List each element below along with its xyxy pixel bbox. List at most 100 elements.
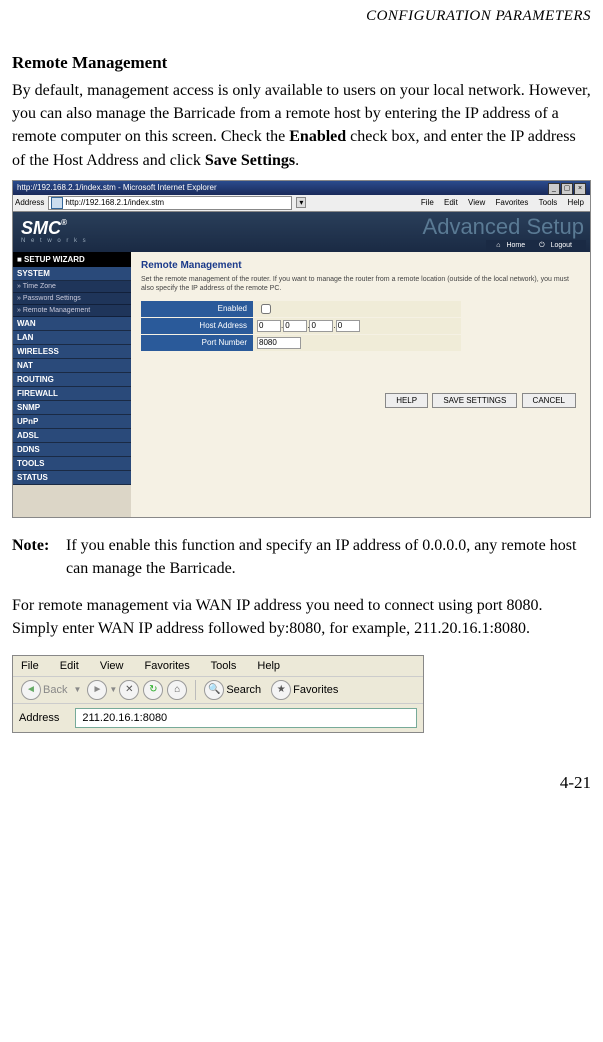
back-dropdown-icon[interactable]: ▼ — [73, 685, 81, 694]
host-address-field: . . . — [253, 318, 461, 334]
window-title: http://192.168.2.1/index.stm - Microsoft… — [17, 181, 217, 195]
menu-edit[interactable]: Edit — [60, 660, 79, 672]
sidebar-item-tools[interactable]: TOOLS — [13, 457, 131, 471]
ip-octet-2[interactable] — [283, 320, 307, 332]
menu-help[interactable]: Help — [568, 198, 584, 207]
home-icon[interactable]: ⌂ — [167, 680, 187, 700]
search-icon[interactable]: 🔍 — [204, 680, 224, 700]
menu-edit[interactable]: Edit — [444, 198, 458, 207]
favorites-icon[interactable]: ★ — [271, 680, 291, 700]
port-input[interactable] — [257, 337, 301, 349]
reg-mark: ® — [61, 218, 67, 227]
page-number: 4-21 — [12, 773, 591, 793]
dropdown-icon[interactable]: ▾ — [296, 197, 306, 208]
sidebar-item-adsl[interactable]: ADSL — [13, 429, 131, 443]
back-label: Back — [43, 684, 67, 696]
sidebar-sub-password[interactable]: » Password Settings — [13, 293, 131, 305]
enabled-checkbox[interactable] — [261, 304, 271, 314]
forward-dropdown-icon[interactable]: ▼ — [109, 685, 117, 694]
address-label: Address — [19, 712, 59, 724]
refresh-icon[interactable]: ↻ — [143, 680, 163, 700]
sidebar-item-snmp[interactable]: SNMP — [13, 401, 131, 415]
sidebar-sub-remote[interactable]: » Remote Management — [13, 305, 131, 317]
menu-file[interactable]: File — [421, 198, 434, 207]
page-title-banner: Advanced Setup — [423, 214, 584, 240]
home-link[interactable]: ⌂ Home — [496, 242, 529, 249]
sidebar-item-lan[interactable]: LAN — [13, 331, 131, 345]
router-screenshot: http://192.168.2.1/index.stm - Microsoft… — [12, 180, 591, 518]
paragraph-2: For remote management via WAN IP address… — [12, 594, 591, 640]
menu-tools[interactable]: Tools — [539, 198, 558, 207]
smc-logo: SMC® — [21, 218, 67, 239]
sidebar-item-wan[interactable]: WAN — [13, 317, 131, 331]
setup-wizard-link[interactable]: ■ SETUP WIZARD — [13, 252, 131, 267]
button-row: HELP SAVE SETTINGS CANCEL — [383, 393, 576, 408]
browser-bar-screenshot: File Edit View Favorites Tools Help ◄ Ba… — [12, 655, 424, 733]
enabled-label: Enabled — [141, 301, 253, 317]
menu-file[interactable]: File — [21, 660, 39, 672]
enabled-word: Enabled — [289, 128, 346, 145]
sidebar-item-system[interactable]: SYSTEM — [13, 267, 131, 281]
url-text: http://192.168.2.1/index.stm — [65, 198, 164, 207]
stop-icon[interactable]: ✕ — [119, 680, 139, 700]
text: . — [295, 152, 299, 169]
content-pane: Remote Management Set the remote managem… — [131, 252, 590, 518]
minimize-icon[interactable]: _ — [548, 183, 560, 195]
favorites-label: Favorites — [293, 684, 338, 696]
sidebar-item-status[interactable]: STATUS — [13, 471, 131, 485]
maximize-icon[interactable]: ▢ — [561, 183, 573, 195]
save-settings-word: Save Settings — [205, 152, 295, 169]
section-heading: Remote Management — [12, 53, 591, 73]
note-paragraph: Note: If you enable this function and sp… — [12, 534, 591, 580]
fig2-menubar: File Edit View Favorites Tools Help — [13, 656, 423, 677]
content-description: Set the remote management of the router.… — [141, 275, 580, 293]
address-label: Address — [15, 198, 44, 207]
save-settings-button[interactable]: SAVE SETTINGS — [432, 393, 517, 408]
brand-bar: SMC® N e t w o r k s Advanced Setup ⌂ Ho… — [13, 212, 590, 252]
menu-view[interactable]: View — [100, 660, 124, 672]
browser-menubar: File Edit View Favorites Tools Help — [417, 198, 588, 207]
sidebar-item-ddns[interactable]: DDNS — [13, 443, 131, 457]
back-icon[interactable]: ◄ — [21, 680, 41, 700]
sidebar: ■ SETUP WIZARD SYSTEM » Time Zone » Pass… — [13, 252, 131, 518]
main-row: ■ SETUP WIZARD SYSTEM » Time Zone » Pass… — [13, 252, 590, 518]
intro-paragraph: By default, management access is only av… — [12, 79, 591, 172]
sidebar-item-nat[interactable]: NAT — [13, 359, 131, 373]
fig2-address-row: Address 211.20.16.1:8080 — [13, 704, 423, 732]
address-field[interactable]: http://192.168.2.1/index.stm — [48, 196, 292, 210]
top-links: ⌂ Home ⏻ Logout — [486, 240, 586, 252]
page-header: CONFIGURATION PARAMETERS — [12, 8, 591, 25]
logout-link[interactable]: ⏻ Logout — [539, 242, 576, 249]
ip-octet-1[interactable] — [257, 320, 281, 332]
menu-favorites[interactable]: Favorites — [145, 660, 190, 672]
sidebar-sub-timezone[interactable]: » Time Zone — [13, 281, 131, 293]
sidebar-item-upnp[interactable]: UPnP — [13, 415, 131, 429]
address-field[interactable]: 211.20.16.1:8080 — [75, 708, 417, 728]
settings-form: Enabled Host Address . . . Port Number — [141, 301, 461, 351]
ip-octet-3[interactable] — [309, 320, 333, 332]
port-label: Port Number — [141, 335, 253, 351]
window-titlebar: http://192.168.2.1/index.stm - Microsoft… — [13, 181, 590, 195]
host-address-label: Host Address — [141, 318, 253, 334]
cancel-button[interactable]: CANCEL — [522, 393, 576, 408]
note-label: Note: — [12, 534, 66, 580]
search-label: Search — [226, 684, 261, 696]
sidebar-item-routing[interactable]: ROUTING — [13, 373, 131, 387]
forward-icon[interactable]: ► — [87, 680, 107, 700]
menu-tools[interactable]: Tools — [211, 660, 237, 672]
sidebar-item-wireless[interactable]: WIRELESS — [13, 345, 131, 359]
fig2-toolbar: ◄ Back ▼ ► ▼ ✕ ↻ ⌂ 🔍 Search ★ Favorites — [13, 677, 423, 704]
note-text: If you enable this function and specify … — [66, 534, 591, 580]
brand-subtext: N e t w o r k s — [21, 238, 88, 244]
help-button[interactable]: HELP — [385, 393, 428, 408]
window-buttons: _▢× — [547, 181, 586, 195]
content-heading: Remote Management — [141, 260, 580, 271]
address-bar-row: Address http://192.168.2.1/index.stm ▾ F… — [13, 195, 590, 212]
sidebar-item-firewall[interactable]: FIREWALL — [13, 387, 131, 401]
menu-help[interactable]: Help — [257, 660, 280, 672]
menu-view[interactable]: View — [468, 198, 485, 207]
ip-octet-4[interactable] — [336, 320, 360, 332]
separator — [195, 680, 196, 700]
menu-favorites[interactable]: Favorites — [495, 198, 528, 207]
close-icon[interactable]: × — [574, 183, 586, 195]
